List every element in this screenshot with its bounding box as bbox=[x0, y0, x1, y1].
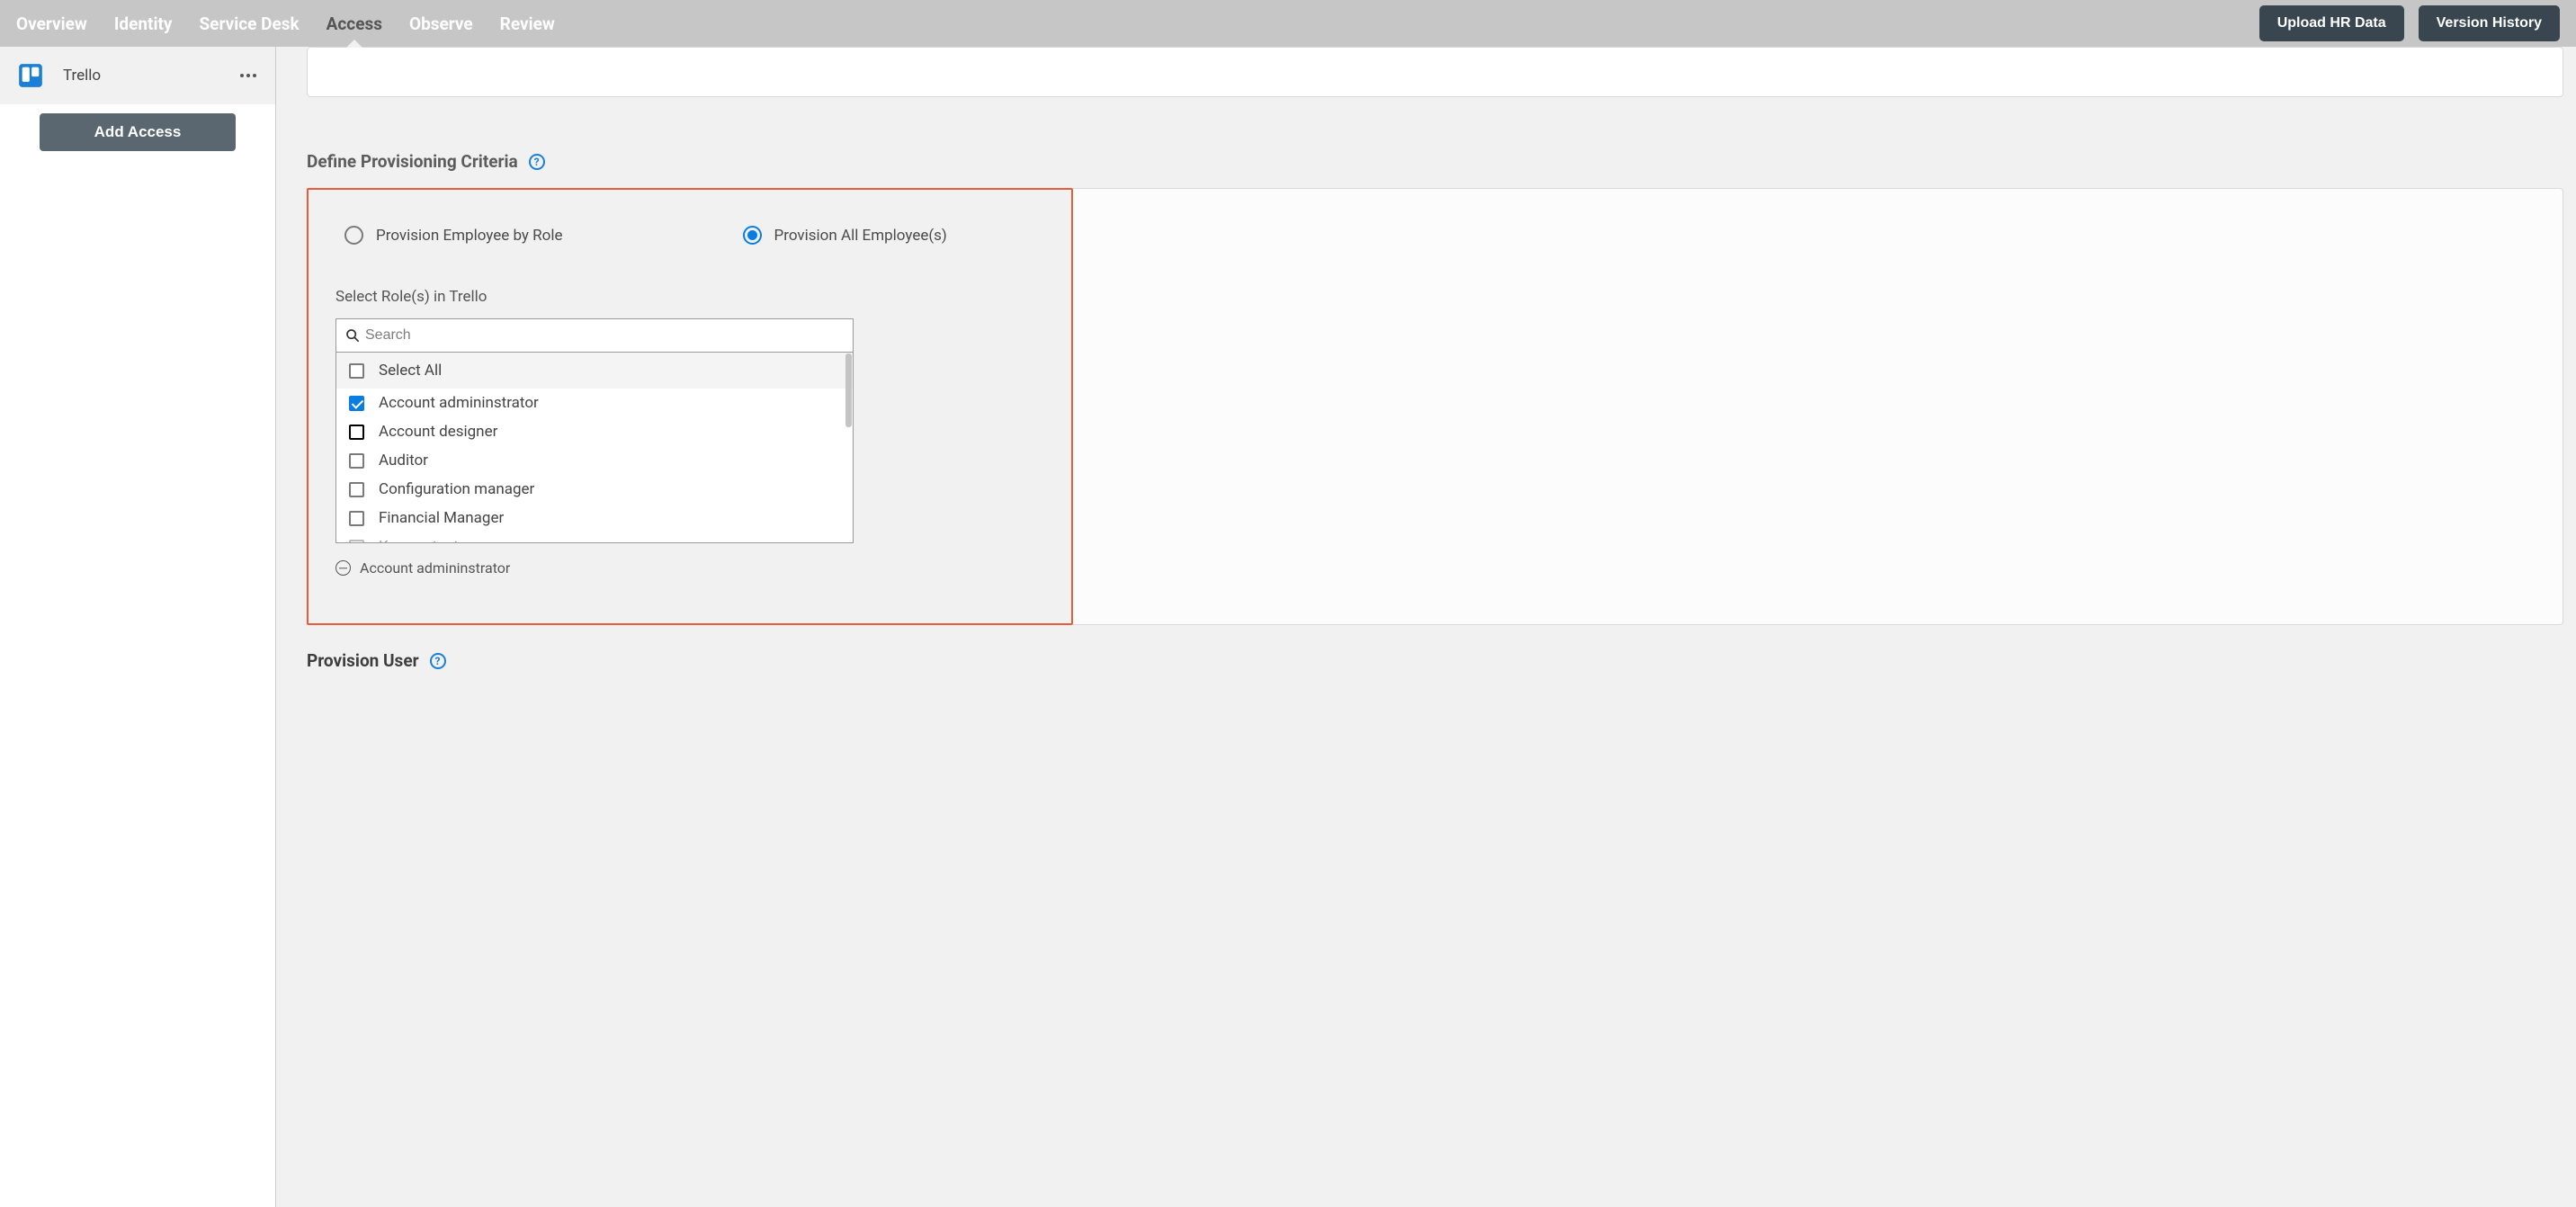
tab-review[interactable]: Review bbox=[500, 1, 555, 47]
option-label: Select All bbox=[379, 362, 442, 380]
criteria-header: Define Provisioning Criteria ? bbox=[307, 151, 2563, 172]
scrollbar-thumb[interactable] bbox=[845, 353, 852, 427]
nav-actions: Upload HR Data Version History bbox=[2259, 5, 2560, 41]
tab-service-desk[interactable]: Service Desk bbox=[199, 1, 299, 47]
checkbox-icon bbox=[349, 482, 364, 497]
option-configuration-manager[interactable]: Configuration manager bbox=[336, 475, 853, 504]
criteria-title: Define Provisioning Criteria bbox=[307, 151, 518, 172]
provision-user-header: Provision User ? bbox=[307, 650, 2563, 671]
radio-label: Provision All Employee(s) bbox=[774, 227, 947, 245]
tab-overview[interactable]: Overview bbox=[16, 1, 87, 47]
nav-tabs: Overview Identity Service Desk Access Ob… bbox=[16, 1, 2259, 47]
option-auditor[interactable]: Auditor bbox=[336, 446, 853, 475]
radio-icon bbox=[344, 226, 363, 245]
checkbox-icon bbox=[349, 363, 364, 379]
checkbox-icon bbox=[349, 540, 364, 544]
search-icon bbox=[345, 328, 360, 343]
sidebar-item-label: Trello bbox=[63, 67, 239, 85]
top-nav: Overview Identity Service Desk Access Ob… bbox=[0, 0, 2576, 47]
radio-provision-by-role[interactable]: Provision Employee by Role bbox=[344, 226, 563, 245]
option-select-all[interactable]: Select All bbox=[336, 353, 853, 389]
trello-icon bbox=[18, 63, 43, 88]
roles-field-label: Select Role(s) in Trello bbox=[335, 288, 1044, 306]
option-label: Account admininstrator bbox=[379, 394, 539, 412]
radio-label: Provision Employee by Role bbox=[376, 227, 563, 245]
remove-chip-icon[interactable] bbox=[335, 560, 351, 576]
tab-access[interactable]: Access bbox=[326, 1, 382, 47]
roles-dropdown[interactable]: Select All Account admininstrator Accoun… bbox=[335, 353, 854, 543]
radio-provision-all[interactable]: Provision All Employee(s) bbox=[743, 226, 947, 245]
roles-search-input[interactable] bbox=[365, 327, 844, 344]
provision-user-title: Provision User bbox=[307, 650, 419, 671]
option-label: Configuration manager bbox=[379, 480, 534, 498]
option-account-administrator[interactable]: Account admininstrator bbox=[336, 389, 853, 417]
selected-chips: Account admininstrator bbox=[335, 559, 1044, 577]
checkbox-icon bbox=[349, 453, 364, 469]
option-label: Account designer bbox=[379, 423, 497, 441]
roles-search-box[interactable] bbox=[335, 318, 854, 353]
option-key-contact[interactable]: Key contact bbox=[336, 532, 853, 543]
tab-identity[interactable]: Identity bbox=[114, 1, 173, 47]
criteria-right-panel bbox=[1073, 188, 2563, 625]
checkbox-icon bbox=[349, 425, 364, 440]
help-icon[interactable]: ? bbox=[430, 653, 446, 669]
option-financial-manager[interactable]: Financial Manager bbox=[336, 504, 853, 532]
add-access-button[interactable]: Add Access bbox=[40, 113, 236, 151]
chip-label: Account admininstrator bbox=[360, 559, 510, 577]
sidebar: Trello Add Access bbox=[0, 47, 276, 1207]
option-account-designer[interactable]: Account designer bbox=[336, 417, 853, 446]
upload-hr-data-button[interactable]: Upload HR Data bbox=[2259, 5, 2404, 41]
checkbox-icon bbox=[349, 511, 364, 526]
kebab-menu-icon[interactable] bbox=[239, 67, 257, 85]
help-icon[interactable]: ? bbox=[529, 154, 545, 170]
main-content: Define Provisioning Criteria ? Provision… bbox=[276, 47, 2576, 1207]
provision-mode-radio-group: Provision Employee by Role Provision All… bbox=[335, 226, 1044, 245]
radio-icon bbox=[743, 226, 762, 245]
sidebar-item-trello[interactable]: Trello bbox=[0, 47, 275, 104]
checkbox-icon bbox=[349, 396, 364, 411]
version-history-button[interactable]: Version History bbox=[2419, 5, 2560, 41]
previous-card-placeholder bbox=[307, 47, 2563, 97]
option-label: Auditor bbox=[379, 452, 428, 469]
option-label: Financial Manager bbox=[379, 509, 504, 527]
option-label: Key contact bbox=[379, 538, 459, 543]
criteria-card: Provision Employee by Role Provision All… bbox=[307, 188, 1073, 625]
tab-observe[interactable]: Observe bbox=[409, 1, 473, 47]
